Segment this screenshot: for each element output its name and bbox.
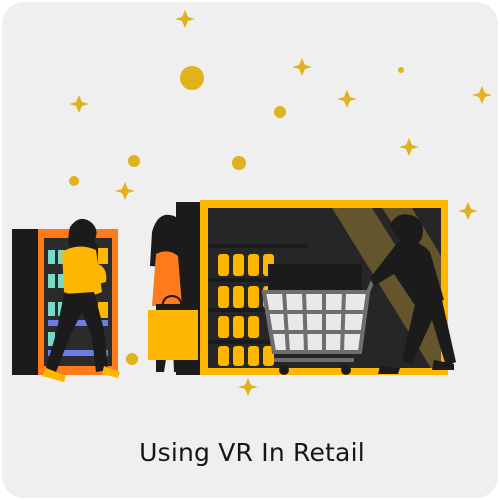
shopping-bag-icon	[148, 310, 198, 360]
retail-illustration	[12, 10, 492, 396]
vr-retail-card[interactable]: Using VR In Retail	[2, 2, 498, 498]
sparkle-icon	[337, 90, 357, 108]
sparkle-icon	[69, 95, 89, 113]
sparkle-icon	[115, 182, 135, 200]
sparkle-icon	[399, 138, 419, 156]
sparkle-icon	[472, 86, 492, 104]
dot	[398, 67, 404, 73]
dot	[232, 156, 246, 170]
dot	[274, 106, 286, 118]
dot	[180, 66, 204, 90]
sparkle-icon	[238, 378, 258, 396]
sparkle-icon	[458, 202, 478, 220]
dot	[128, 155, 140, 167]
dot	[126, 353, 138, 365]
dot	[69, 176, 79, 186]
card-caption: Using VR In Retail	[139, 438, 365, 467]
sparkle-icon	[292, 58, 312, 76]
sparkle-icon	[175, 10, 195, 28]
